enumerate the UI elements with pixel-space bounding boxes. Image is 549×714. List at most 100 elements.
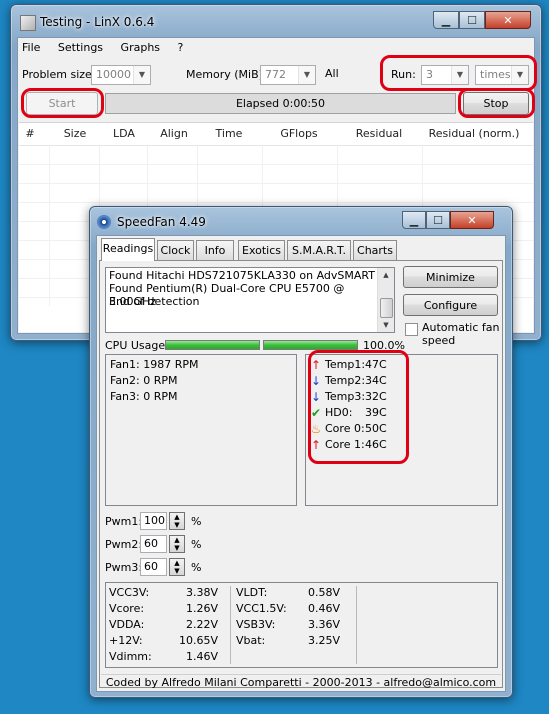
pwm1-unit: % <box>191 515 202 528</box>
voltage-value: 10.65V <box>178 634 218 647</box>
cpu-usage-label: CPU Usage <box>105 339 166 352</box>
voltage-divider <box>230 586 231 664</box>
fan-reading: Fan2: 0 RPM <box>110 374 178 387</box>
close-window-button[interactable]: ✕ <box>450 211 494 229</box>
pwm3-input[interactable]: 60 <box>140 558 167 576</box>
pwm2-input[interactable]: 60 <box>140 535 167 553</box>
scroll-down-icon[interactable]: ▼ <box>378 318 394 332</box>
pwm1-label: Pwm1: <box>105 515 143 528</box>
tab-strip: Readings Clock Info Exotics S.M.A.R.T. C… <box>101 238 501 262</box>
minimize-window-button[interactable]: ▁ <box>402 211 426 229</box>
pwm1-stepper[interactable]: ▲ ▼ <box>169 512 185 530</box>
voltage-label: VLDT: <box>236 586 268 599</box>
col-size[interactable]: Size <box>55 123 95 145</box>
cpu-core-meter <box>263 340 358 350</box>
linx-app-icon <box>20 15 36 31</box>
auto-fan-label: Automatic fan speed <box>422 321 500 347</box>
col-residual-norm[interactable]: Residual (norm.) <box>424 123 524 145</box>
log-scrollbar[interactable]: ▲ ▼ <box>377 268 394 332</box>
detection-log[interactable]: Found Hitachi HDS721075KLA330 on AdvSMAR… <box>105 267 395 333</box>
close-window-button[interactable]: ✕ <box>485 11 531 29</box>
maximize-window-button[interactable]: ☐ <box>459 11 485 29</box>
menu-settings[interactable]: Settings <box>58 41 103 54</box>
menu-bar: File Settings Graphs ? <box>22 41 197 54</box>
fans-panel: Fan1: 1987 RPM Fan2: 0 RPM Fan3: 0 RPM <box>105 354 297 506</box>
log-line: End of detection <box>109 295 200 308</box>
minimize-window-button[interactable]: ▁ <box>433 11 459 29</box>
auto-fan-checkbox[interactable] <box>405 323 418 336</box>
elapsed-text: Elapsed 0:00:50 <box>235 97 326 110</box>
chevron-down-icon: ▼ <box>298 66 315 84</box>
tab-smart[interactable]: S.M.A.R.T. <box>287 240 351 260</box>
memory-label: Memory (MiB): <box>186 68 267 81</box>
maximize-window-button[interactable]: ☐ <box>426 211 450 229</box>
menu-file[interactable]: File <box>22 41 40 54</box>
voltage-value: 0.46V <box>307 602 340 615</box>
voltage-value: 1.26V <box>185 602 218 615</box>
voltage-label: Vdimm: <box>109 650 152 663</box>
run-highlight <box>380 55 537 91</box>
voltage-value: 2.22V <box>185 618 218 631</box>
temps-highlight <box>308 350 409 464</box>
pwm3-label: Pwm3: <box>105 561 143 574</box>
col-lda[interactable]: LDA <box>104 123 144 145</box>
log-line: Found Hitachi HDS721075KLA330 on AdvSMAR… <box>109 269 375 282</box>
memory-all-link[interactable]: All <box>325 67 339 80</box>
menu-graphs[interactable]: Graphs <box>121 41 160 54</box>
voltage-label: Vbat: <box>236 634 266 647</box>
pwm3-stepper[interactable]: ▲ ▼ <box>169 558 185 576</box>
tab-readings[interactable]: Readings <box>101 238 155 261</box>
scroll-thumb[interactable] <box>380 298 393 318</box>
voltage-value: 3.38V <box>185 586 218 599</box>
cpu-core-meter <box>165 340 260 350</box>
memory-combo[interactable]: 772 ▼ <box>260 65 316 85</box>
configure-button[interactable]: Configure <box>403 294 498 316</box>
col-time[interactable]: Time <box>199 123 259 145</box>
problem-size-combo[interactable]: 10000 ▼ <box>91 65 151 85</box>
minimize-button[interactable]: Minimize <box>403 266 498 288</box>
voltage-label: VDDA: <box>109 618 145 631</box>
pwm1-input[interactable]: 100 <box>140 512 167 530</box>
col-residual[interactable]: Residual <box>339 123 419 145</box>
pwm2-unit: % <box>191 538 202 551</box>
col-gflops[interactable]: GFlops <box>264 123 334 145</box>
col-index[interactable]: # <box>19 123 41 145</box>
table-header: # Size LDA Align Time GFlops Residual Re… <box>19 123 533 146</box>
voltage-label: VCC3V: <box>109 586 150 599</box>
voltage-values-right: 0.58V 0.46V 3.36V 3.25V <box>284 585 340 649</box>
speedfan-window: SpeedFan 4.49 ▁ ☐ ✕ Readings Clock Info … <box>89 206 513 698</box>
fan-reading: Fan3: 0 RPM <box>110 390 178 403</box>
cpu-core-meter-fill <box>166 341 259 349</box>
stop-highlight <box>458 88 535 118</box>
voltage-value: 3.36V <box>307 618 340 631</box>
voltage-label: VSB3V: <box>236 618 276 631</box>
voltage-values-left: 3.38V 1.26V 2.22V 10.65V 1.46V <box>158 585 218 665</box>
linx-title: Testing - LinX 0.6.4 <box>40 15 155 29</box>
tab-info[interactable]: Info <box>196 240 234 260</box>
voltage-value: 0.58V <box>307 586 340 599</box>
tab-exotics[interactable]: Exotics <box>238 240 285 260</box>
scroll-up-icon[interactable]: ▲ <box>378 268 394 282</box>
menu-help[interactable]: ? <box>178 41 184 54</box>
fan-reading: Fan1: 1987 RPM <box>110 358 199 371</box>
voltage-label: Vcore: <box>109 602 145 615</box>
voltage-label: +12V: <box>109 634 143 647</box>
voltage-label: VCC1.5V: <box>236 602 287 615</box>
voltage-labels-left: VCC3V: Vcore: VDDA: +12V: Vdimm: <box>109 585 152 665</box>
chevron-down-icon: ▼ <box>133 66 150 84</box>
voltage-value: 3.25V <box>307 634 340 647</box>
tab-charts[interactable]: Charts <box>353 240 397 260</box>
problem-size-label: Problem size: <box>22 68 96 81</box>
pwm2-stepper[interactable]: ▲ ▼ <box>169 535 185 553</box>
col-align[interactable]: Align <box>149 123 199 145</box>
speedfan-fan-icon <box>97 215 111 229</box>
voltage-divider <box>356 586 357 664</box>
cpu-core-meter-fill <box>264 341 357 349</box>
tab-clock[interactable]: Clock <box>157 240 194 260</box>
speedfan-client: Readings Clock Info Exotics S.M.A.R.T. C… <box>96 235 506 692</box>
voltage-value: 1.46V <box>185 650 218 663</box>
speedfan-title: SpeedFan 4.49 <box>117 215 206 229</box>
pwm3-unit: % <box>191 561 202 574</box>
elapsed-bar: Elapsed 0:00:50 <box>105 93 456 114</box>
start-highlight <box>21 88 104 118</box>
